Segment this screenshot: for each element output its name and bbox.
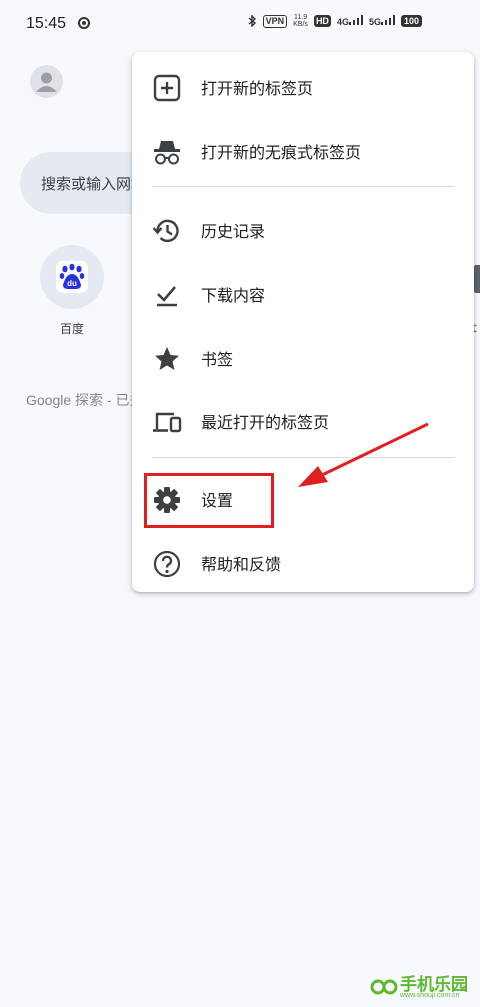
hd-badge: HD	[313, 15, 331, 27]
menu-item-new-tab[interactable]: 打开新的标签页	[132, 57, 474, 113]
menu-divider	[152, 186, 454, 187]
watermark: 手机乐园 www.shouji.com.cn	[370, 970, 478, 1004]
status-icons: VPN 11.9 KB/s HD 4G 5G 100	[247, 14, 422, 28]
svg-text:du: du	[67, 279, 77, 288]
watermark-logo-icon	[370, 979, 398, 995]
baidu-logo-icon: du	[56, 261, 88, 293]
menu-item-history[interactable]: 历史记录	[132, 200, 474, 256]
edge-tile-fragment	[474, 265, 480, 293]
bluetooth-icon	[248, 15, 256, 27]
account-avatar[interactable]	[30, 65, 63, 98]
menu-item-incognito-tab[interactable]: 打开新的无痕式标签页	[132, 121, 474, 177]
status-time: 15:45	[26, 15, 67, 32]
battery-indicator: 100	[400, 15, 422, 27]
menu-item-label: 下载内容	[201, 286, 266, 305]
vpn-badge: VPN	[262, 14, 288, 28]
shortcut-label: 百度	[59, 322, 84, 336]
network-speed: 11.9 KB/s	[293, 14, 308, 28]
signal-4g: 4G	[337, 15, 363, 27]
history-icon	[152, 219, 179, 243]
menu-item-label: 帮助和反馈	[201, 555, 282, 574]
menu-item-label: 打开新的无痕式标签页	[201, 143, 362, 162]
plus-box-icon	[153, 74, 181, 102]
menu-item-label: 历史记录	[201, 222, 266, 241]
search-placeholder: 搜索或输入网址	[41, 175, 147, 193]
status-bar: 15:45 VPN 11.9 KB/s HD 4G 5G 100	[0, 0, 480, 48]
menu-item-bookmarks[interactable]: 书签	[132, 328, 474, 384]
signal-bars-icon	[380, 15, 395, 25]
signal-bars-icon	[348, 15, 363, 25]
devices-icon	[153, 412, 182, 433]
incognito-icon	[154, 141, 180, 165]
menu-item-help-feedback[interactable]: 帮助和反馈	[132, 533, 474, 589]
annotation-arrow-icon	[298, 422, 429, 487]
shortcut-tile-baidu[interactable]: du	[40, 245, 104, 309]
menu-item-label: 打开新的标签页	[201, 79, 314, 98]
notification-icon	[78, 17, 90, 29]
watermark-url: www.shouji.com.cn	[400, 992, 460, 999]
highlight-box	[144, 473, 274, 528]
download-icon	[157, 286, 177, 307]
person-icon	[36, 72, 57, 92]
menu-item-label: 书签	[201, 350, 234, 369]
star-icon	[155, 347, 179, 370]
help-icon	[153, 550, 181, 578]
menu-item-downloads[interactable]: 下载内容	[132, 264, 474, 320]
signal-5g: 5G	[369, 15, 395, 27]
